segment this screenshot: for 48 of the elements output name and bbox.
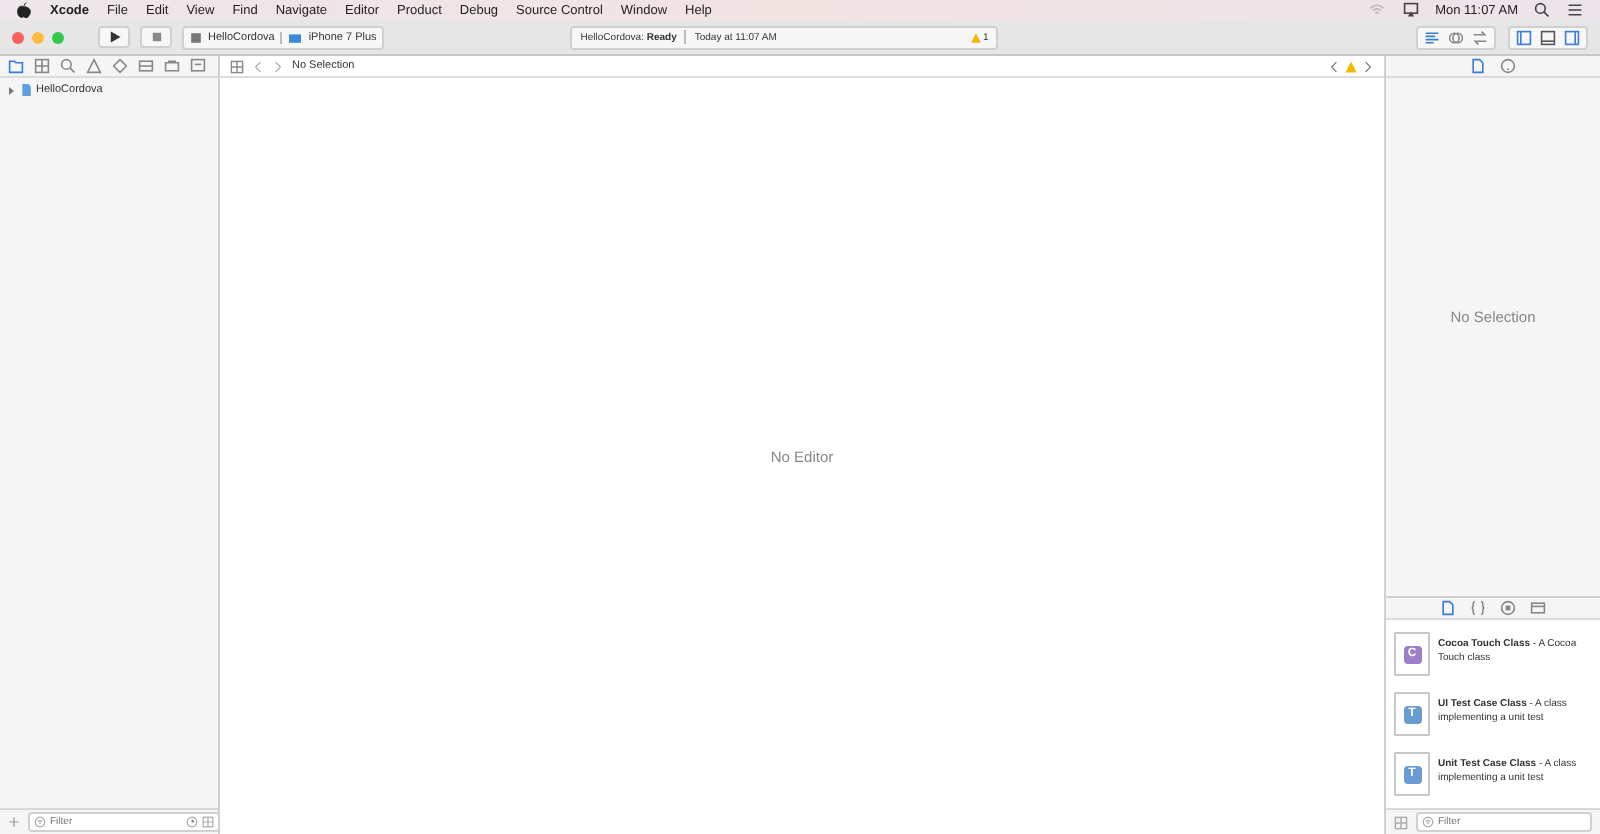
file-icon[interactable] bbox=[1470, 58, 1486, 74]
editor-mode-control[interactable] bbox=[1416, 25, 1496, 49]
stop-icon bbox=[149, 30, 163, 44]
tag-icon[interactable] bbox=[164, 58, 180, 74]
filter-icon bbox=[1422, 816, 1434, 828]
message-icon[interactable] bbox=[190, 58, 206, 74]
grid-icon[interactable] bbox=[1394, 815, 1408, 829]
close-button[interactable] bbox=[12, 31, 24, 43]
phone-icon bbox=[288, 31, 303, 43]
collapsed-triangle-icon bbox=[6, 85, 16, 95]
braces-icon[interactable] bbox=[1470, 600, 1486, 616]
film-icon[interactable] bbox=[1530, 600, 1546, 616]
list-icon[interactable] bbox=[138, 58, 154, 74]
zoom-button[interactable] bbox=[52, 31, 64, 43]
grid-icon[interactable] bbox=[202, 816, 214, 828]
diamond-icon[interactable] bbox=[112, 58, 128, 74]
view-toggle-control[interactable] bbox=[1508, 25, 1588, 49]
forward-icon[interactable] bbox=[272, 59, 284, 73]
align-icon bbox=[1424, 29, 1440, 45]
search-icon[interactable] bbox=[1534, 2, 1550, 18]
filter-icon bbox=[34, 816, 46, 828]
display-icon bbox=[1401, 2, 1420, 18]
plus-icon[interactable] bbox=[8, 816, 20, 828]
rings-icon bbox=[1448, 29, 1464, 45]
folder-icon[interactable] bbox=[8, 58, 24, 74]
bottom-panel-icon bbox=[1540, 29, 1556, 45]
help-icon[interactable] bbox=[1500, 58, 1516, 74]
project-icon bbox=[20, 82, 32, 98]
wifi-icon bbox=[1367, 2, 1386, 18]
right-panel-icon bbox=[1564, 29, 1580, 45]
run-button[interactable] bbox=[98, 26, 130, 48]
grid-icon[interactable] bbox=[230, 59, 244, 73]
clock-icon[interactable] bbox=[186, 816, 198, 828]
warning-icon bbox=[969, 31, 981, 43]
file-icon[interactable] bbox=[1440, 600, 1456, 616]
circle-icon[interactable] bbox=[1500, 600, 1516, 616]
menu-icon[interactable] bbox=[1566, 2, 1584, 18]
play-icon bbox=[107, 30, 121, 44]
app-icon bbox=[190, 31, 202, 43]
previous-issue-icon[interactable] bbox=[1328, 59, 1340, 73]
apple-icon bbox=[16, 2, 32, 18]
next-issue-icon[interactable] bbox=[1362, 59, 1374, 73]
left-panel-icon bbox=[1516, 29, 1532, 45]
warning-icon[interactable] bbox=[86, 58, 102, 74]
stop-button[interactable] bbox=[140, 26, 172, 48]
swap-arrows-icon bbox=[1472, 29, 1488, 45]
grid-icon[interactable] bbox=[34, 58, 50, 74]
back-icon[interactable] bbox=[252, 59, 264, 73]
